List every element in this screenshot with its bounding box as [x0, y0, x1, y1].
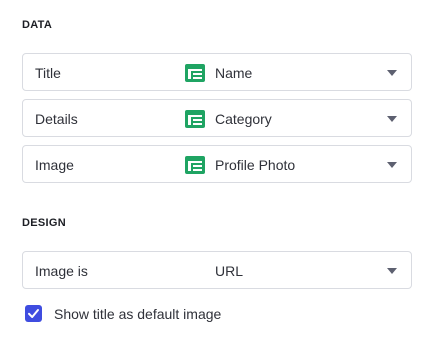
chevron-down-icon: [387, 268, 397, 274]
title-field-select[interactable]: Title Name: [22, 53, 412, 91]
show-title-checkbox-label: Show title as default image: [54, 305, 222, 322]
chevron-down-icon: [387, 70, 397, 76]
field-value-text: Category: [215, 111, 272, 127]
details-field-select[interactable]: Details Category: [22, 99, 412, 137]
field-label-details: Details: [35, 111, 78, 127]
field-label-image-is: Image is: [35, 263, 88, 279]
field-value-text: Profile Photo: [215, 157, 296, 173]
show-title-default-image-option[interactable]: Show title as default image: [25, 305, 221, 322]
field-label-image: Image: [35, 157, 74, 173]
chevron-down-icon: [387, 116, 397, 122]
field-value-text: URL: [215, 263, 244, 279]
spreadsheet-column-icon: [185, 64, 205, 82]
checkmark-icon: [28, 309, 39, 318]
field-value-image-is: URL: [215, 252, 243, 290]
section-title-data: DATA: [22, 19, 53, 31]
field-label-title: Title: [35, 65, 61, 81]
properties-panel: DATA Title Name Details Category Image P…: [0, 0, 435, 341]
image-field-select[interactable]: Image Profile Photo: [22, 145, 412, 183]
field-value-image: Profile Photo: [185, 146, 295, 184]
image-type-select[interactable]: Image is URL: [22, 251, 412, 289]
field-value-title: Name: [185, 54, 252, 92]
chevron-down-icon: [387, 162, 397, 168]
field-value-text: Name: [215, 65, 253, 81]
spreadsheet-column-icon: [185, 110, 205, 128]
show-title-checkbox[interactable]: [25, 305, 42, 322]
field-value-details: Category: [185, 100, 272, 138]
spreadsheet-column-icon: [185, 156, 205, 174]
section-title-design: DESIGN: [22, 217, 66, 229]
